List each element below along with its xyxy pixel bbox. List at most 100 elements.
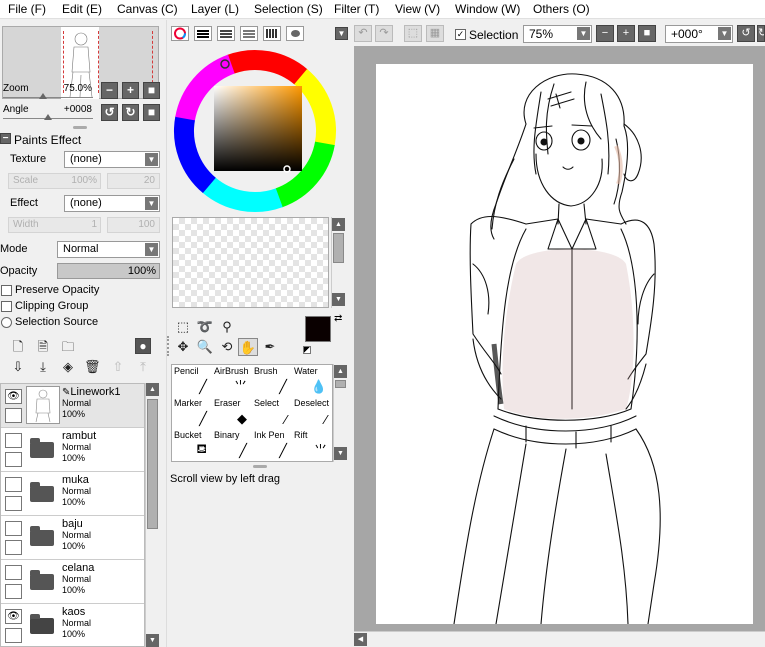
lasso-icon[interactable]: ➰ [195, 318, 215, 336]
lock-toggle[interactable] [5, 628, 22, 643]
lock-toggle[interactable] [5, 496, 22, 511]
collapse-paints-effect-button[interactable]: − [0, 133, 11, 144]
tool-eraser[interactable]: Eraser ◆ [212, 397, 252, 429]
tool-water[interactable]: Water 💧 [292, 365, 332, 397]
transfer-up-icon[interactable]: ⇧ [110, 359, 126, 376]
zoom-slider[interactable] [3, 97, 93, 98]
move-icon[interactable]: ✥ [173, 338, 193, 356]
scroll-up-icon[interactable]: ▲ [146, 383, 159, 396]
rotate-reset-button[interactable]: ■ [143, 104, 160, 121]
layer-mask-icon[interactable]: ● [135, 338, 151, 354]
hsv-slider-tab-icon[interactable] [217, 26, 235, 41]
layer-row-muka[interactable]: muka Normal 100% [1, 472, 144, 516]
rgb-slider-tab-icon[interactable] [194, 26, 212, 41]
undo-icon[interactable]: ↶ [354, 25, 372, 42]
rotate-right-button[interactable]: ↻ [757, 25, 765, 42]
zoom-reset-button[interactable]: ■ [143, 82, 160, 99]
swap-colors-icon[interactable]: ⇄ [334, 313, 342, 324]
visibility-toggle[interactable]: 👁 [5, 389, 22, 404]
chevron-down-icon[interactable]: ▼ [335, 27, 348, 40]
delete-layer-icon[interactable]: 🗑 [84, 359, 101, 376]
menu-view[interactable]: View (V) [395, 2, 440, 16]
redo-icon[interactable]: ↷ [375, 25, 393, 42]
scroll-down-icon[interactable]: ▼ [332, 293, 345, 306]
zoom-dropdown[interactable]: 75% ▼ [523, 25, 592, 43]
invert-selection-icon[interactable]: ▦ [426, 25, 444, 42]
scroll-up-icon[interactable]: ▲ [332, 218, 345, 231]
eyedropper-icon[interactable]: ✒ [260, 338, 280, 356]
swatch-area[interactable] [172, 217, 329, 308]
scroll-down-icon[interactable]: ▼ [334, 447, 347, 460]
panel-grip[interactable] [167, 336, 171, 356]
tool-pencil[interactable]: Pencil ╱ [172, 365, 212, 397]
new-folder-icon[interactable]: 🗀 [60, 338, 76, 355]
scratchpad-tab-icon[interactable] [286, 26, 304, 41]
clipping-group-checkbox[interactable] [1, 301, 12, 312]
clear-layer-icon[interactable]: ◈ [60, 359, 76, 376]
tool-deselect[interactable]: Deselect ⁄ [292, 397, 332, 429]
rotate-left-button[interactable]: ↺ [101, 104, 118, 121]
color-mixer-tab-icon[interactable] [240, 26, 258, 41]
layer-list-scrollbar[interactable]: ▲ ▼ [145, 383, 160, 647]
tool-rift[interactable]: Rift ⺌ [292, 429, 332, 461]
layer-list-scroll-thumb[interactable] [147, 399, 158, 529]
visibility-toggle[interactable] [5, 565, 22, 580]
tool-select[interactable]: Select ⁄ [252, 397, 292, 429]
menu-layer[interactable]: Layer (L) [191, 2, 239, 16]
tool-binary[interactable]: Binary ╱ [212, 429, 252, 461]
menu-others[interactable]: Others (O) [533, 2, 590, 16]
zoom-out-button[interactable]: − [101, 82, 118, 99]
rectangle-select-icon[interactable]: ⬚ [173, 318, 193, 336]
menu-file[interactable]: File (F) [8, 2, 46, 16]
rotate-left-button[interactable]: ↺ [737, 25, 755, 42]
zoom-icon[interactable]: 🔍 [195, 338, 215, 356]
magic-wand-icon[interactable]: ⚲ [217, 318, 237, 336]
swatch-scrollbar[interactable]: ▲ ▼ [331, 217, 346, 308]
canvas-horizontal-scrollbar[interactable]: ◀ [354, 631, 765, 647]
angle-slider-knob[interactable] [44, 114, 52, 120]
canvas-page[interactable] [376, 64, 753, 625]
effect-dropdown[interactable]: (none) ▼ [64, 195, 160, 212]
primary-color-swatch[interactable] [305, 316, 331, 342]
tool-brush[interactable]: Brush ╱ [252, 365, 292, 397]
texture-dropdown[interactable]: (none) ▼ [64, 151, 160, 168]
lock-toggle[interactable] [5, 452, 22, 467]
menu-selection[interactable]: Selection (S) [254, 2, 323, 16]
layer-row-rambut[interactable]: rambut Normal 100% [1, 428, 144, 472]
swatch-tab-icon[interactable] [263, 26, 281, 41]
zoom-slider-knob[interactable] [39, 93, 47, 99]
lock-toggle[interactable] [5, 408, 22, 423]
angle-dropdown[interactable]: +000° ▼ [665, 25, 733, 43]
hand-icon[interactable]: ✋ [238, 338, 258, 356]
zoom-reset-button[interactable]: ■ [638, 25, 656, 42]
tool-airbrush[interactable]: AirBrush ⺌ [212, 365, 252, 397]
scroll-up-icon[interactable]: ▲ [334, 365, 347, 378]
menu-filter[interactable]: Filter (T) [334, 2, 379, 16]
deselect-icon[interactable]: ⬚ [404, 25, 422, 42]
panel-splitter-grip[interactable] [253, 465, 267, 468]
rotate-right-button[interactable]: ↻ [122, 104, 139, 121]
visibility-toggle[interactable]: 👁 [5, 609, 22, 624]
color-wheel-tab-icon[interactable] [171, 26, 189, 41]
layer-row-celana[interactable]: celana Normal 100% [1, 560, 144, 604]
preserve-opacity-checkbox[interactable] [1, 285, 12, 296]
merge-down-icon[interactable]: ⤓ [35, 359, 51, 376]
reset-colors-icon[interactable] [303, 346, 311, 354]
swatch-scroll-thumb[interactable] [333, 233, 344, 263]
color-wheel[interactable] [170, 46, 340, 216]
lock-toggle[interactable] [5, 540, 22, 555]
transfer-down-icon[interactable]: ⇩ [10, 359, 26, 376]
tool-grid-scrollbar[interactable]: ▲ ▼ [333, 364, 348, 462]
tool-marker[interactable]: Marker ╱ [172, 397, 212, 429]
tool-grid-scroll-thumb[interactable] [335, 380, 346, 388]
visibility-toggle[interactable] [5, 477, 22, 492]
menu-window[interactable]: Window (W) [455, 2, 520, 16]
lock-toggle[interactable] [5, 584, 22, 599]
scroll-down-icon[interactable]: ▼ [146, 634, 159, 647]
layer-row-linework1[interactable]: 👁 ✎Linework1 Normal 100% [1, 384, 144, 428]
scroll-left-icon[interactable]: ◀ [354, 633, 367, 646]
visibility-toggle[interactable] [5, 521, 22, 536]
zoom-in-button[interactable]: + [617, 25, 635, 42]
tool-ink-pen[interactable]: Ink Pen ╱ [252, 429, 292, 461]
new-layer-icon[interactable]: 🗋 [10, 338, 26, 355]
